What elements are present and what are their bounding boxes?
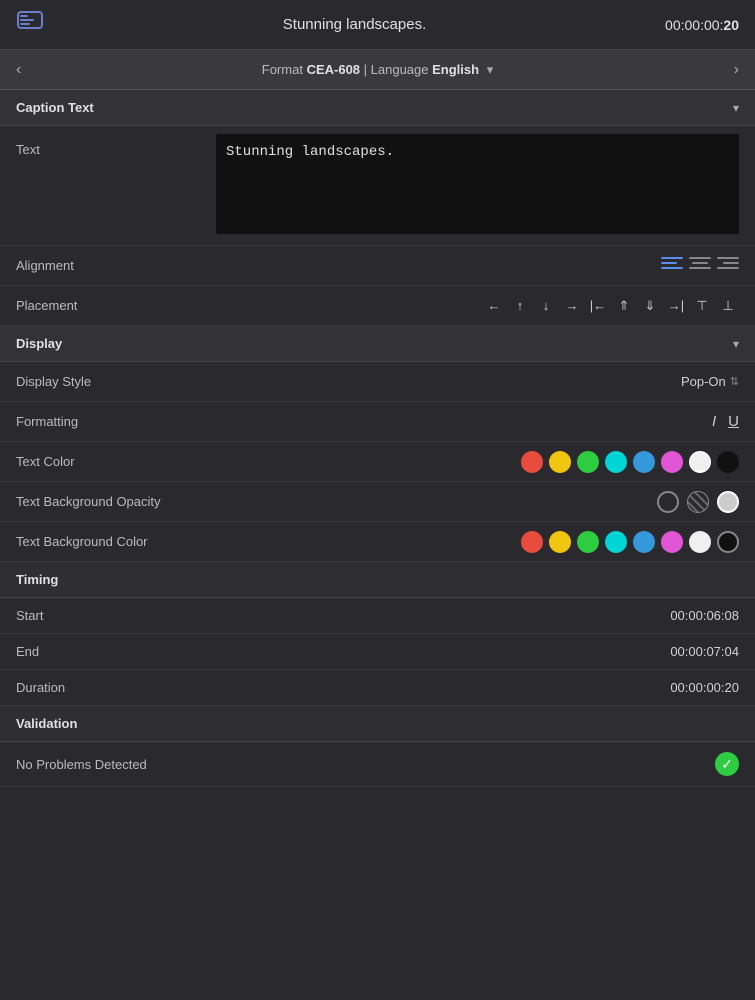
color-yellow[interactable]	[549, 451, 571, 473]
text-color-label: Text Color	[16, 454, 216, 469]
display-style-label: Display Style	[16, 374, 216, 389]
text-bg-color-row: Text Background Color	[0, 522, 755, 562]
end-row: End 00:00:07:04	[0, 634, 755, 670]
header: Stunning landscapes. 00:00:00:20	[0, 0, 755, 50]
start-value: 00:00:06:08	[216, 608, 739, 623]
italic-button[interactable]: I	[712, 413, 716, 430]
start-label: Start	[16, 608, 216, 623]
color-green[interactable]	[577, 451, 599, 473]
opacity-transparent[interactable]	[657, 491, 679, 513]
placement-last-row-button[interactable]: ⊥	[717, 295, 739, 317]
display-section-header[interactable]: Display ▾	[0, 326, 755, 362]
opacity-solid[interactable]	[717, 491, 739, 513]
color-magenta[interactable]	[661, 451, 683, 473]
color-blue[interactable]	[633, 451, 655, 473]
display-style-updown-icon: ⇅	[730, 375, 739, 388]
start-row: Start 00:00:06:08	[0, 598, 755, 634]
caption-text-label: Caption Text	[16, 100, 94, 115]
header-time: 00:00:00:20	[665, 17, 739, 33]
alignment-row: Alignment	[0, 246, 755, 286]
text-bg-opacity-label: Text Background Opacity	[16, 494, 216, 509]
bg-color-red[interactable]	[521, 531, 543, 553]
bg-color-white[interactable]	[689, 531, 711, 553]
caption-icon	[16, 8, 44, 42]
placement-label: Placement	[16, 298, 216, 313]
language-value: English	[432, 62, 479, 77]
format-value: CEA-608	[307, 62, 360, 77]
bg-color-black[interactable]	[717, 531, 739, 553]
text-color-row: Text Color	[0, 442, 755, 482]
text-color-circles	[216, 451, 739, 473]
timing-section-header: Timing	[0, 562, 755, 598]
text-bg-color-label: Text Background Color	[16, 534, 216, 549]
alignment-label: Alignment	[16, 258, 216, 273]
language-label: Language	[371, 62, 429, 77]
format-label: Format	[262, 62, 303, 77]
duration-row: Duration 00:00:00:20	[0, 670, 755, 706]
validation-section-header: Validation	[0, 706, 755, 742]
formatting-row: Formatting I U	[0, 402, 755, 442]
caption-text-chevron: ▾	[733, 101, 739, 115]
timing-label: Timing	[16, 572, 58, 587]
text-label: Text	[16, 134, 216, 157]
text-bg-color-circles	[216, 531, 739, 553]
bg-color-blue[interactable]	[633, 531, 655, 553]
bg-color-cyan[interactable]	[605, 531, 627, 553]
placement-first-col-button[interactable]: |←	[587, 295, 609, 317]
color-black[interactable]	[717, 451, 739, 473]
placement-icons: ← ↑ ↓ → |← ⇑ ⇓ →| ⊤ ⊥	[216, 295, 739, 317]
format-next-button[interactable]: ›	[726, 57, 747, 83]
placement-last-col-button[interactable]: →|	[665, 295, 687, 317]
underline-button[interactable]: U	[728, 413, 739, 430]
placement-up-button[interactable]: ↑	[509, 295, 531, 317]
color-white[interactable]	[689, 451, 711, 473]
caption-textarea[interactable]: Stunning landscapes.	[216, 134, 739, 234]
text-row: Text Stunning landscapes.	[0, 126, 755, 246]
color-cyan[interactable]	[605, 451, 627, 473]
opacity-icons	[216, 491, 739, 513]
bg-color-yellow[interactable]	[549, 531, 571, 553]
align-center-button[interactable]	[689, 255, 711, 276]
placement-bottom-button[interactable]: ⇓	[639, 295, 661, 317]
format-bar-content: Format CEA-608 | Language English ▾	[29, 62, 725, 78]
placement-first-row-button[interactable]: ⊤	[691, 295, 713, 317]
duration-label: Duration	[16, 680, 216, 695]
placement-top-button[interactable]: ⇑	[613, 295, 635, 317]
format-separator: |	[364, 62, 371, 77]
end-label: End	[16, 644, 216, 659]
display-label: Display	[16, 336, 62, 351]
header-title: Stunning landscapes.	[283, 16, 426, 33]
end-value: 00:00:07:04	[216, 644, 739, 659]
placement-right-button[interactable]: →	[561, 295, 583, 317]
align-left-button[interactable]	[661, 255, 683, 276]
caption-text-section-header[interactable]: Caption Text ▾	[0, 90, 755, 126]
format-prev-button[interactable]: ‹	[8, 57, 29, 83]
display-style-row: Display Style Pop-On ⇅	[0, 362, 755, 402]
alignment-buttons	[216, 255, 739, 276]
language-dropdown-icon[interactable]: ▾	[487, 62, 494, 77]
display-style-value: Pop-On ⇅	[216, 374, 739, 389]
check-icon: ✓	[715, 752, 739, 776]
align-right-button[interactable]	[717, 255, 739, 276]
color-red[interactable]	[521, 451, 543, 473]
formatting-buttons: I U	[216, 413, 739, 430]
placement-left-button[interactable]: ←	[483, 295, 505, 317]
formatting-label: Formatting	[16, 414, 216, 429]
bg-color-magenta[interactable]	[661, 531, 683, 553]
placement-row: Placement ← ↑ ↓ → |← ⇑ ⇓ →| ⊤ ⊥	[0, 286, 755, 326]
validation-label: Validation	[16, 716, 77, 731]
placement-down-button[interactable]: ↓	[535, 295, 557, 317]
format-bar: ‹ Format CEA-608 | Language English ▾ ›	[0, 50, 755, 90]
bg-color-green[interactable]	[577, 531, 599, 553]
display-chevron: ▾	[733, 337, 739, 351]
opacity-semi[interactable]	[687, 491, 709, 513]
display-style-dropdown[interactable]: Pop-On ⇅	[681, 374, 739, 389]
duration-value: 00:00:00:20	[216, 680, 739, 695]
no-problems-row: No Problems Detected ✓	[0, 742, 755, 787]
text-bg-opacity-row: Text Background Opacity	[0, 482, 755, 522]
no-problems-label: No Problems Detected	[16, 757, 715, 772]
